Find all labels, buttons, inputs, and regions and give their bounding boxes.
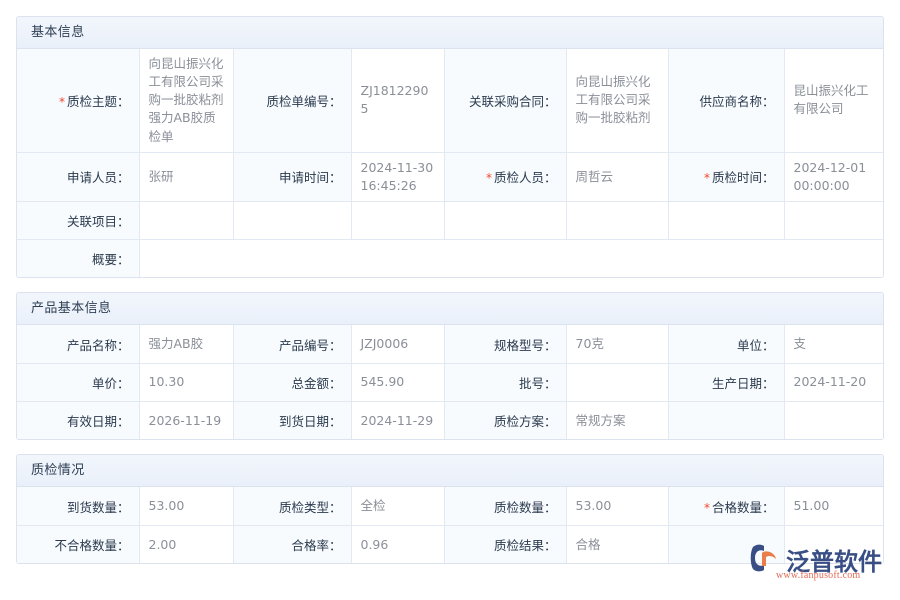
basic-info-grid: *质检主题： 向昆山振兴化工有限公司采购一批胶粘剂强力AB胶质检单 质检单编号：…	[17, 49, 884, 277]
table-row: 概要：	[17, 239, 884, 277]
field-label-production-date: 生产日期：	[668, 363, 784, 401]
field-value-supplier-name[interactable]: 昆山振兴化工有限公司	[784, 49, 884, 152]
field-label-inspection-plan: 质检方案：	[444, 401, 566, 439]
field-value-inspector[interactable]: 周哲云	[566, 152, 668, 201]
field-label-inspection-result: 质检结果：	[444, 525, 566, 563]
field-label-unqualified-qty: 不合格数量：	[17, 525, 139, 563]
field-label-inspection-type: 质检类型：	[233, 487, 351, 525]
field-value-product-name[interactable]: 强力AB胶	[139, 325, 233, 363]
field-value-qualified-qty[interactable]: 51.00	[784, 487, 884, 525]
empty-cell	[351, 201, 444, 239]
field-value-summary[interactable]	[139, 239, 884, 277]
empty-cell	[784, 201, 884, 239]
panel-title-inspection-status: 质检情况	[17, 455, 883, 487]
field-label-inspection-time: *质检时间：	[668, 152, 784, 201]
panel-title-product-info: 产品基本信息	[17, 293, 883, 325]
field-value-arrival-qty[interactable]: 53.00	[139, 487, 233, 525]
table-row: 产品名称： 强力AB胶 产品编号： JZJ0006 规格型号： 70克 单位： …	[17, 325, 884, 363]
field-value-unit[interactable]: 支	[784, 325, 884, 363]
field-value-production-date[interactable]: 2024-11-20	[784, 363, 884, 401]
field-value-applicant[interactable]: 张研	[139, 152, 233, 201]
required-star-icon: *	[704, 171, 710, 185]
field-label-inspector: *质检人员：	[444, 152, 566, 201]
field-label-quality-subject: *质检主题：	[17, 49, 139, 152]
field-label-spec-model: 规格型号：	[444, 325, 566, 363]
field-value-inspection-time[interactable]: 2024-12-01 00:00:00	[784, 152, 884, 201]
field-label-summary: 概要：	[17, 239, 139, 277]
field-value-unqualified-qty[interactable]: 2.00	[139, 525, 233, 563]
empty-cell	[784, 525, 884, 563]
panel-title-basic-info: 基本信息	[17, 17, 883, 49]
inspection-status-grid: 到货数量： 53.00 质检类型： 全检 质检数量： 53.00 *合格数量： …	[17, 487, 884, 563]
panel-basic-info: 基本信息 *质检主题： 向昆山振兴化工有限公司采购一批胶粘剂强力AB胶质检单 质…	[16, 16, 884, 278]
field-label-arrival-date: 到货日期：	[233, 401, 351, 439]
field-value-inspection-qty[interactable]: 53.00	[566, 487, 668, 525]
empty-cell	[784, 401, 884, 439]
product-info-grid: 产品名称： 强力AB胶 产品编号： JZJ0006 规格型号： 70克 单位： …	[17, 325, 884, 439]
field-label-product-name: 产品名称：	[17, 325, 139, 363]
empty-cell	[566, 201, 668, 239]
required-star-icon: *	[486, 171, 492, 185]
field-value-total-amount[interactable]: 545.90	[351, 363, 444, 401]
field-label-pass-rate: 合格率：	[233, 525, 351, 563]
table-row: 有效日期： 2026-11-19 到货日期： 2024-11-29 质检方案： …	[17, 401, 884, 439]
field-label-arrival-qty: 到货数量：	[17, 487, 139, 525]
panel-inspection-status: 质检情况 到货数量： 53.00 质检类型： 全检 质检数量： 53.00 *合…	[16, 454, 884, 564]
empty-cell	[668, 201, 784, 239]
field-value-inspection-result[interactable]: 合格	[566, 525, 668, 563]
empty-label-cell	[668, 401, 784, 439]
field-value-inspection-type[interactable]: 全检	[351, 487, 444, 525]
field-label-related-contract: 关联采购合同：	[444, 49, 566, 152]
empty-cell	[444, 201, 566, 239]
field-value-product-code[interactable]: JZJ0006	[351, 325, 444, 363]
panel-product-info: 产品基本信息 产品名称： 强力AB胶 产品编号： JZJ0006 规格型号： 7…	[16, 292, 884, 440]
field-value-apply-time[interactable]: 2024-11-30 16:45:26	[351, 152, 444, 201]
table-row: 单价： 10.30 总金额： 545.90 批号： 生产日期： 2024-11-…	[17, 363, 884, 401]
empty-label-cell	[668, 525, 784, 563]
field-value-related-contract[interactable]: 向昆山振兴化工有限公司采购一批胶粘剂	[566, 49, 668, 152]
field-label-apply-time: 申请时间：	[233, 152, 351, 201]
quality-inspection-detail-page: 基本信息 *质检主题： 向昆山振兴化工有限公司采购一批胶粘剂强力AB胶质检单 质…	[0, 0, 900, 600]
empty-cell	[233, 201, 351, 239]
field-label-product-code: 产品编号：	[233, 325, 351, 363]
table-row: 关联项目：	[17, 201, 884, 239]
field-label-qualified-qty: *合格数量：	[668, 487, 784, 525]
table-row: 申请人员： 张研 申请时间： 2024-11-30 16:45:26 *质检人员…	[17, 152, 884, 201]
field-value-pass-rate[interactable]: 0.96	[351, 525, 444, 563]
brand-url: www.fanpusoft.com	[776, 570, 860, 581]
field-label-applicant: 申请人员：	[17, 152, 139, 201]
field-value-arrival-date[interactable]: 2024-11-29	[351, 401, 444, 439]
required-star-icon: *	[59, 95, 65, 109]
table-row: *质检主题： 向昆山振兴化工有限公司采购一批胶粘剂强力AB胶质检单 质检单编号：…	[17, 49, 884, 152]
table-row: 到货数量： 53.00 质检类型： 全检 质检数量： 53.00 *合格数量： …	[17, 487, 884, 525]
field-label-unit-price: 单价：	[17, 363, 139, 401]
field-label-valid-date: 有效日期：	[17, 401, 139, 439]
field-label-inspection-no: 质检单编号：	[233, 49, 351, 152]
field-label-inspection-qty: 质检数量：	[444, 487, 566, 525]
field-value-quality-subject[interactable]: 向昆山振兴化工有限公司采购一批胶粘剂强力AB胶质检单	[139, 49, 233, 152]
field-value-spec-model[interactable]: 70克	[566, 325, 668, 363]
field-label-supplier-name: 供应商名称：	[668, 49, 784, 152]
field-label-related-project: 关联项目：	[17, 201, 139, 239]
field-value-batch-no[interactable]	[566, 363, 668, 401]
required-star-icon: *	[704, 501, 710, 515]
field-value-valid-date[interactable]: 2026-11-19	[139, 401, 233, 439]
field-label-unit: 单位：	[668, 325, 784, 363]
field-value-related-project[interactable]	[139, 201, 233, 239]
field-value-inspection-no[interactable]: ZJ18122905	[351, 49, 444, 152]
field-value-unit-price[interactable]: 10.30	[139, 363, 233, 401]
field-value-inspection-plan[interactable]: 常规方案	[566, 401, 668, 439]
field-label-batch-no: 批号：	[444, 363, 566, 401]
table-row: 不合格数量： 2.00 合格率： 0.96 质检结果： 合格	[17, 525, 884, 563]
field-label-total-amount: 总金额：	[233, 363, 351, 401]
